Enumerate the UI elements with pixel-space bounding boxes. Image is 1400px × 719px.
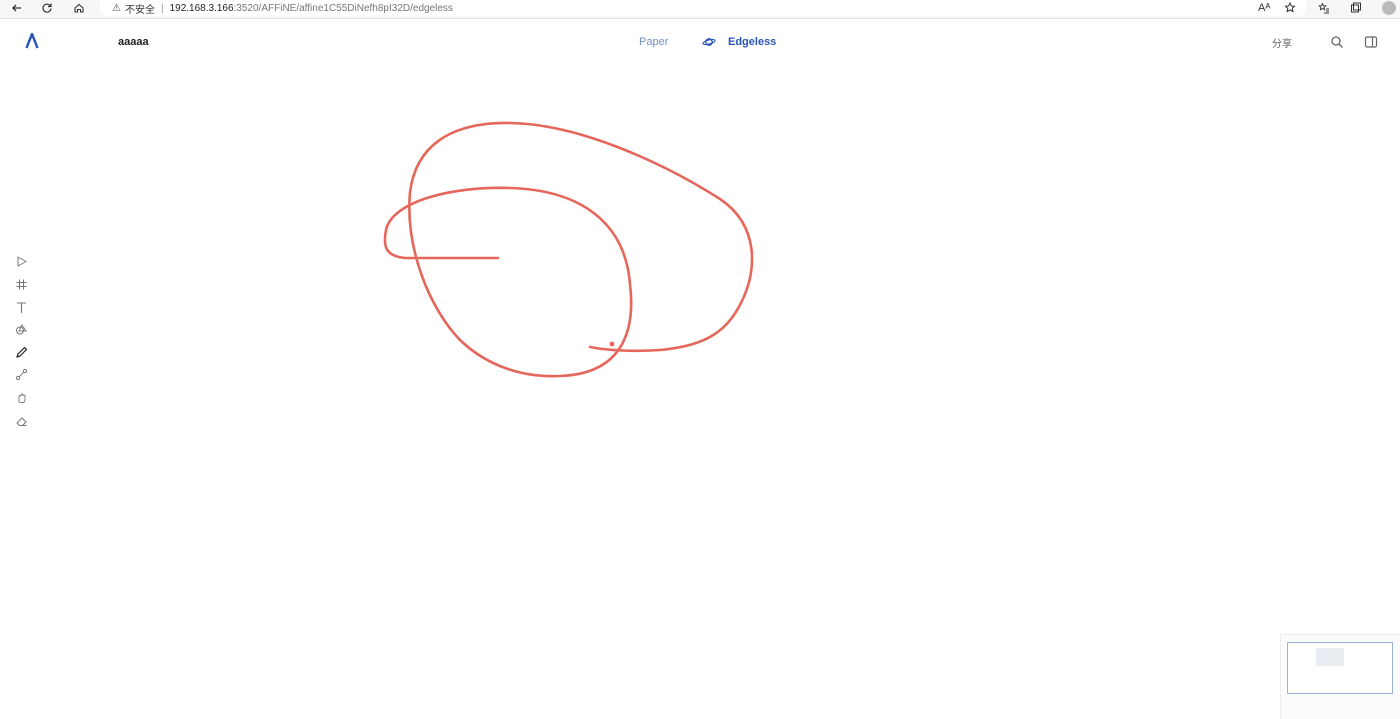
home-icon[interactable]: [70, 0, 88, 16]
share-button[interactable]: 分享: [1272, 35, 1292, 50]
edgeless-canvas[interactable]: [0, 64, 1400, 718]
search-icon[interactable]: [1330, 35, 1344, 49]
sidebar-toggle-icon[interactable]: [1364, 35, 1378, 49]
collections-icon[interactable]: [1350, 0, 1362, 16]
warning-icon: ⚠: [112, 2, 121, 14]
favorites-list-icon[interactable]: [1318, 0, 1330, 16]
doc-title[interactable]: aaaaa: [118, 36, 149, 48]
url-path: :3520/AFFiNE/affine1C55DiNefh8pI32D/edge…: [233, 2, 453, 14]
browser-toolbar: ⚠ 不安全 | 192.168.3.166:3520/AFFiNE/affine…: [0, 0, 1400, 19]
read-aloud-icon[interactable]: Aᴬ: [1258, 0, 1270, 16]
minimap-frame: [1287, 642, 1393, 694]
minimap[interactable]: [1280, 634, 1400, 719]
back-arrow-icon[interactable]: [8, 0, 26, 16]
app-header: aaaaa Paper Edgeless 分享: [0, 20, 1400, 64]
minimap-viewport[interactable]: [1316, 648, 1344, 666]
mode-paper-tab[interactable]: Paper: [639, 36, 668, 48]
url-host: 192.168.3.166: [169, 2, 234, 14]
mode-switch: Paper Edgeless: [630, 30, 790, 54]
header-actions: 分享: [1272, 34, 1378, 50]
pen-dot: [609, 341, 615, 347]
pen-stroke[interactable]: [383, 121, 754, 378]
favorite-star-icon[interactable]: [1284, 0, 1296, 16]
pen-stroke-layer: [383, 121, 754, 378]
edgeless-planet-icon: [702, 38, 716, 46]
affine-logo-icon[interactable]: [24, 32, 40, 50]
mode-edgeless-tab[interactable]: Edgeless: [700, 30, 786, 54]
profile-avatar[interactable]: [1382, 1, 1396, 15]
url-separator: |: [160, 2, 164, 14]
address-bar[interactable]: ⚠ 不安全 | 192.168.3.166:3520/AFFiNE/affine…: [100, 0, 1306, 16]
security-label[interactable]: 不安全: [125, 1, 155, 16]
reload-icon[interactable]: [38, 0, 56, 16]
edgeless-label: Edgeless: [728, 36, 777, 48]
read-aloud-label: Aᴬ: [1258, 2, 1271, 14]
